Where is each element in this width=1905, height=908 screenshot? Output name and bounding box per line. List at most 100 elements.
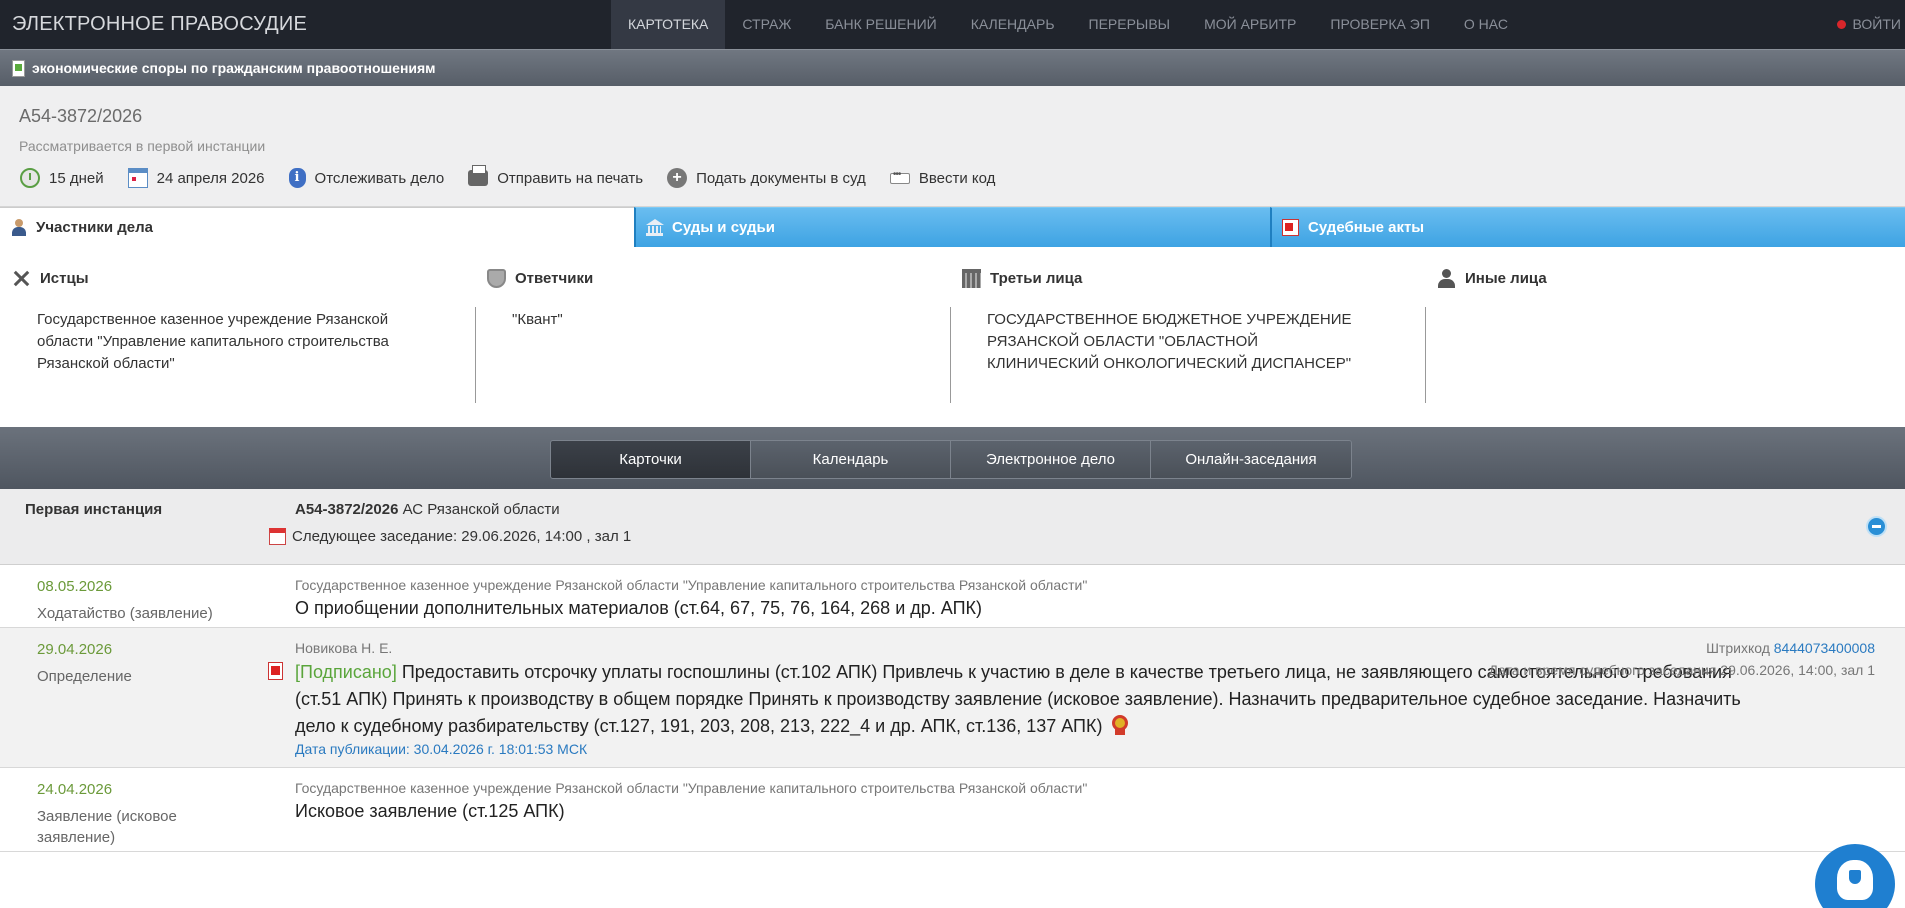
document-date: 29.04.2026 bbox=[37, 641, 113, 658]
nav-item-breaks[interactable]: ПЕРЕРЫВЫ bbox=[1072, 0, 1188, 49]
case-status: Рассматривается в первой инстанции bbox=[19, 138, 266, 154]
printer-icon bbox=[468, 165, 489, 186]
nav-item-bank-resheniy[interactable]: БАНК РЕШЕНИЙ bbox=[808, 0, 953, 49]
building-icon bbox=[962, 269, 981, 288]
nav-item-calendar[interactable]: КАЛЕНДАРЬ bbox=[954, 0, 1072, 49]
user-icon bbox=[1437, 269, 1456, 288]
document-title[interactable]: О приобщении дополнительных материалов (… bbox=[295, 598, 982, 619]
submit-documents-label: Подать документы в суд bbox=[696, 169, 866, 187]
next-hearing: Следующее заседание: 29.06.2026, 14:00 ,… bbox=[269, 528, 631, 545]
pdf-icon[interactable] bbox=[268, 662, 283, 680]
emblem-chat-button[interactable] bbox=[1815, 844, 1895, 908]
instance-label: Первая инстанция bbox=[25, 501, 163, 518]
plaintiffs-heading: Истцы bbox=[12, 269, 89, 288]
case-tabs: Участники дела Суды и судьи Судебные акт… bbox=[0, 207, 1905, 247]
days-label: 15 дней bbox=[49, 169, 104, 187]
document-type: Определение bbox=[37, 668, 132, 685]
document-row: 24.04.2026 Заявление (исковое заявление)… bbox=[0, 768, 1905, 852]
document-date: 08.05.2026 bbox=[37, 578, 113, 595]
defendants-column: Ответчики "Квант" bbox=[475, 247, 951, 402]
plaintiff-name[interactable]: Государственное казенное учреждение Ряза… bbox=[37, 309, 417, 375]
shield-icon bbox=[487, 269, 506, 288]
clock-icon bbox=[20, 168, 40, 188]
pdf-icon bbox=[1282, 219, 1299, 236]
third-party-name[interactable]: ГОСУДАРСТВЕННОЕ БЮДЖЕТНОЕ УЧРЕЖДЕНИЕ РЯЗ… bbox=[987, 309, 1367, 375]
days-counter: 15 дней bbox=[20, 168, 104, 188]
signed-status: [Подписано] bbox=[295, 662, 397, 682]
nav-item-about[interactable]: О НАС bbox=[1447, 0, 1525, 49]
person-icon bbox=[10, 219, 27, 236]
login-button[interactable]: ВОЙТИ bbox=[1831, 0, 1905, 49]
top-navbar: ЭЛЕКТРОННОЕ ПРАВОСУДИЕ КАРТОТЕКА СТРАЖ Б… bbox=[0, 0, 1905, 49]
next-hearing-label: Следующее заседание: 29.06.2026, 14:00 ,… bbox=[292, 528, 632, 545]
status-dot-icon bbox=[1836, 20, 1846, 29]
plus-circle-icon: + bbox=[667, 168, 688, 188]
calendar-icon bbox=[269, 528, 286, 545]
document-author: Государственное казенное учреждение Ряза… bbox=[295, 577, 1088, 593]
defendants-heading: Ответчики bbox=[487, 269, 593, 288]
case-date-label: 24 апреля 2026 bbox=[156, 169, 265, 187]
nav-item-kartoteka[interactable]: КАРТОТЕКА bbox=[611, 0, 726, 49]
brand-logo-text[interactable]: ЭЛЕКТРОННОЕ ПРАВОСУДИЕ bbox=[12, 13, 307, 36]
document-author: Новикова Н. Е. bbox=[295, 640, 393, 656]
submit-documents-button[interactable]: + Подать документы в суд bbox=[667, 168, 866, 188]
keyboard-code-icon bbox=[889, 169, 910, 184]
third-parties-column: Третьи лица ГОСУДАРСТВЕННОЕ БЮДЖЕТНОЕ УЧ… bbox=[950, 247, 1426, 402]
document-row: 29.04.2026 Определение Новикова Н. Е. [П… bbox=[0, 628, 1905, 768]
publication-date: Дата публикации: 30.04.2026 г. 18:01:53 … bbox=[295, 741, 588, 757]
participants-panel: Истцы Государственное казенное учреждени… bbox=[0, 247, 1905, 427]
document-row: 08.05.2026 Ходатайство (заявление) Госуд… bbox=[0, 565, 1905, 628]
defendants-title: Ответчики bbox=[515, 270, 594, 287]
document-icon bbox=[12, 60, 25, 77]
third-parties-heading: Третьи лица bbox=[962, 269, 1082, 288]
track-case-label: Отслеживать дело bbox=[314, 169, 445, 187]
tab-online-hearings[interactable]: Онлайн-заседания bbox=[1151, 441, 1351, 478]
print-button[interactable]: Отправить на печать bbox=[468, 165, 644, 187]
other-parties-heading: Иные лица bbox=[1437, 269, 1547, 288]
enter-code-button[interactable]: Ввести код bbox=[889, 169, 996, 187]
third-parties-title: Третьи лица bbox=[990, 270, 1083, 287]
main-nav: КАРТОТЕКА СТРАЖ БАНК РЕШЕНИЙ КАЛЕНДАРЬ П… bbox=[611, 0, 1525, 49]
nav-item-check-signature[interactable]: ПРОВЕРКА ЭП bbox=[1313, 0, 1447, 49]
enter-code-label: Ввести код bbox=[918, 169, 996, 187]
barcode: Штрихкод 8444073400008 bbox=[1706, 640, 1875, 656]
category-title: экономические споры по гражданским право… bbox=[32, 60, 436, 76]
barcode-link[interactable]: 8444073400008 bbox=[1774, 640, 1875, 656]
nav-item-my-arbitr[interactable]: МОЙ АРБИТР bbox=[1187, 0, 1313, 49]
case-date: 24 апреля 2026 bbox=[127, 168, 265, 188]
document-title[interactable]: Исковое заявление (ст.125 АПК) bbox=[295, 801, 565, 822]
nav-item-strazh[interactable]: СТРАЖ bbox=[725, 0, 808, 49]
document-type: Ходатайство (заявление) bbox=[37, 605, 213, 622]
plaintiffs-column: Истцы Государственное казенное учреждени… bbox=[0, 247, 476, 402]
instance-case: А54-3872/2026 АС Рязанской области bbox=[295, 501, 560, 518]
print-label: Отправить на печать bbox=[497, 169, 644, 187]
view-switcher-bar: Карточки Календарь Электронное дело Онла… bbox=[0, 427, 1905, 489]
document-date: 24.04.2026 bbox=[37, 781, 113, 798]
document-type: Заявление (исковое заявление) bbox=[37, 808, 177, 846]
case-actions: 15 дней 24 апреля 2026 i Отслеживать дел… bbox=[20, 165, 1019, 188]
collapse-button[interactable] bbox=[1866, 516, 1887, 537]
tab-acts-label: Судебные акты bbox=[1308, 219, 1425, 236]
tab-cards[interactable]: Карточки bbox=[551, 441, 751, 478]
instance-header: Первая инстанция А54-3872/2026 АС Рязанс… bbox=[0, 489, 1905, 565]
tab-participants-label: Участники дела bbox=[36, 219, 153, 236]
tab-courts[interactable]: Суды и судьи bbox=[634, 207, 1270, 247]
tab-calendar[interactable]: Календарь bbox=[751, 441, 951, 478]
crossed-swords-icon bbox=[12, 269, 31, 288]
document-author: Государственное казенное учреждение Ряза… bbox=[295, 780, 1088, 796]
calendar-icon bbox=[127, 168, 148, 188]
courthouse-icon bbox=[646, 219, 664, 236]
case-header: А54-3872/2026 Рассматривается в первой и… bbox=[0, 86, 1905, 207]
track-case-button[interactable]: i Отслеживать дело bbox=[288, 168, 445, 188]
category-bar: экономические споры по гражданским право… bbox=[0, 49, 1905, 86]
instance-court: АС Рязанской области bbox=[402, 501, 560, 518]
tab-acts[interactable]: Судебные акты bbox=[1270, 207, 1905, 247]
other-parties-column: Иные лица bbox=[1425, 247, 1901, 402]
info-shield-icon: i bbox=[288, 168, 306, 188]
signature-seal-icon bbox=[1111, 715, 1128, 735]
tab-participants[interactable]: Участники дела bbox=[0, 207, 634, 247]
defendant-name[interactable]: "Квант" bbox=[512, 309, 892, 331]
instance-case-number[interactable]: А54-3872/2026 bbox=[295, 501, 398, 518]
view-switcher: Карточки Календарь Электронное дело Онла… bbox=[550, 440, 1352, 479]
tab-electronic-case[interactable]: Электронное дело bbox=[951, 441, 1151, 478]
